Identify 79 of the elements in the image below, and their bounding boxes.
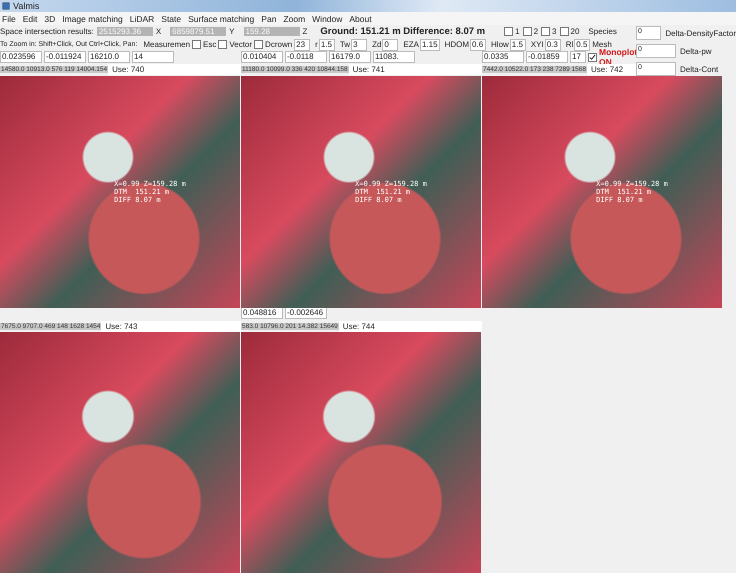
- parameter-field[interactable]: 0.3: [544, 38, 561, 50]
- value-field[interactable]: -0.002646: [285, 307, 327, 319]
- value-field[interactable]: 0.0335: [482, 51, 524, 63]
- coordinate-field: 6859879.51: [170, 27, 226, 36]
- checkbox[interactable]: [218, 40, 228, 49]
- menu-item[interactable]: State: [161, 14, 182, 24]
- checkbox[interactable]: [560, 27, 568, 36]
- checkbox[interactable]: [588, 52, 597, 62]
- checkbox-label: Dcrown: [265, 40, 292, 49]
- parameter-field[interactable]: 0.5: [574, 38, 590, 50]
- checkbox-label: 20: [570, 27, 580, 36]
- parameter-field[interactable]: 0.6: [470, 38, 486, 50]
- value-field[interactable]: 16210.0: [88, 51, 130, 63]
- parameter-field[interactable]: 23: [294, 38, 310, 50]
- value-field[interactable]: 0.048816: [241, 307, 283, 319]
- use-count: Use: 740: [108, 64, 241, 74]
- checkbox-label: 2: [534, 27, 538, 36]
- axis-label: X: [156, 27, 162, 36]
- menu-item[interactable]: Zoom: [283, 14, 306, 24]
- parameter-label: XYI: [530, 40, 544, 49]
- parameter-field[interactable]: 1.15: [420, 38, 440, 50]
- axis-label: Z: [302, 27, 308, 36]
- ground-difference-text: Ground: 151.21 m Difference: 8.07 m: [320, 26, 486, 37]
- delta-label: Delta-Cont: [680, 64, 718, 74]
- species-label: Species: [588, 27, 617, 36]
- menu-item[interactable]: LiDAR: [130, 14, 154, 24]
- parameter-field[interactable]: 0: [382, 38, 398, 50]
- parameter-label: Rl: [566, 40, 574, 49]
- value-field[interactable]: 14: [132, 51, 174, 63]
- menu-item[interactable]: About: [349, 14, 372, 24]
- parameter-label: Hlow: [491, 40, 509, 49]
- checkbox-label: 1: [515, 27, 520, 36]
- parameter-field[interactable]: 1.5: [318, 38, 335, 50]
- checkbox[interactable]: [541, 27, 550, 36]
- delta-label: Delta-pw: [680, 46, 712, 56]
- use-count: Use: 744: [338, 320, 482, 332]
- menu-item[interactable]: Surface matching: [188, 14, 254, 24]
- delta-label: Delta-DensityFactor: [665, 28, 736, 38]
- window-title: Valmis: [13, 1, 40, 11]
- measurement-label: Measuremen: [143, 40, 190, 49]
- aerial-photo-placeholder[interactable]: [241, 332, 481, 573]
- value-field[interactable]: 16179.0: [329, 51, 371, 63]
- menu-item[interactable]: 3D: [44, 14, 56, 24]
- coordinate-field: 2515293.36: [96, 27, 153, 36]
- app-icon: [2, 2, 10, 10]
- value-field[interactable]: -0.011924: [44, 51, 86, 63]
- menu-item[interactable]: Edit: [22, 14, 38, 24]
- checkbox-label: Esc: [203, 40, 216, 49]
- menu-item[interactable]: Pan: [261, 14, 276, 24]
- parameter-field[interactable]: 1.5: [510, 38, 526, 50]
- value-field[interactable]: 11083.: [373, 51, 415, 63]
- parameter-field[interactable]: 3: [351, 38, 368, 50]
- checkbox[interactable]: [522, 27, 532, 36]
- checkbox-label: 3: [552, 27, 556, 36]
- parameter-label: Zd: [372, 40, 382, 49]
- checkbox[interactable]: [192, 40, 202, 49]
- parameter-label: HDOM: [444, 40, 470, 49]
- use-count: Use: 742: [587, 64, 636, 74]
- intersection-label: Space intersection results:: [0, 27, 94, 36]
- use-count: Use: 743: [101, 320, 241, 332]
- value-field[interactable]: -0.0118: [285, 51, 327, 63]
- aerial-photo-placeholder[interactable]: [0, 332, 240, 573]
- menu-item[interactable]: Image matching: [62, 14, 123, 24]
- parameter-label: r: [315, 40, 318, 49]
- parameter-label: EZA: [403, 40, 419, 49]
- axis-label: Y: [229, 27, 235, 36]
- value-field[interactable]: 0.010404: [241, 51, 283, 63]
- menu-item[interactable]: File: [2, 14, 16, 24]
- checkbox[interactable]: [254, 40, 264, 49]
- parameter-label: Tw: [340, 40, 350, 49]
- use-count: Use: 741: [348, 64, 482, 74]
- checkbox-label: Vector: [229, 40, 252, 49]
- menu-item[interactable]: Window: [312, 14, 342, 24]
- value-field[interactable]: -0.01859: [526, 51, 568, 63]
- mesh-label: Mesh: [592, 40, 612, 49]
- value-field[interactable]: 0.023596: [0, 51, 42, 63]
- monoplot-field[interactable]: 17: [570, 51, 586, 63]
- coordinate-field: 159.28: [244, 27, 300, 36]
- checkbox[interactable]: [504, 27, 514, 36]
